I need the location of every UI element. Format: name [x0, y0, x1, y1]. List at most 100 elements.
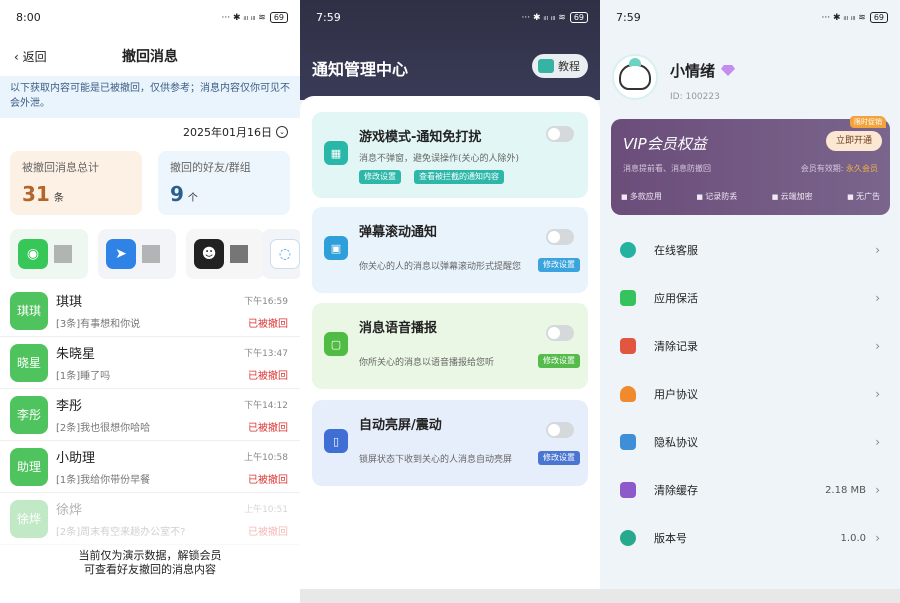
blurred-label	[54, 245, 72, 263]
apps-grid-icon	[620, 290, 636, 306]
demo-notice: 当前仅为演示数据，解锁会员 可查看好友撤回的消息内容	[0, 549, 300, 577]
game-mode-card: ▦ 游戏模式-通知免打扰 消息不弹窗，避免误操作(关心的人除外) 修改设置 查看…	[312, 112, 588, 198]
battery-icon: 69	[269, 11, 288, 23]
bottom-tab-bar[interactable]	[300, 589, 600, 603]
back-button[interactable]: ‹ 返回	[14, 48, 47, 65]
notification-center-screen: 7:59 ··· ✱ ᵢₗₗ ᵢₗₗ ≋ 69 通知管理中心 教程 ▦ 游戏模式-…	[300, 0, 600, 603]
recalled-badge: 已被撤回	[248, 475, 288, 486]
card-desc: 你所关心的消息以语音播报给您听	[359, 358, 495, 368]
menu-label: 应用保活	[654, 292, 698, 305]
game-mode-toggle[interactable]	[546, 126, 574, 142]
menu-label: 清除缓存	[654, 484, 698, 497]
vip-subtitle: 消息提前看、消息防撤回	[623, 164, 711, 173]
menu-item-user-agreement[interactable]: 用户协议 ›	[600, 370, 900, 418]
wechat-icon: ◉	[18, 239, 48, 269]
menu-item-customer-service[interactable]: 在线客服 ›	[600, 226, 900, 274]
card-desc: 锁屏状态下收到关心的人消息自动亮屏	[359, 455, 513, 465]
timestamp: 下午14:12	[244, 401, 288, 411]
page-title: 通知管理中心	[312, 60, 409, 79]
demo-line-1: 当前仅为演示数据，解锁会员	[78, 549, 222, 562]
menu-label: 在线客服	[654, 244, 698, 257]
ghost-mascot-icon	[619, 58, 651, 90]
menu-label: 用户协议	[654, 388, 698, 401]
expiry-value: 永久会员	[846, 164, 878, 173]
speech-icon: ▢	[324, 332, 348, 356]
list-item[interactable]: 琪琪 琪琪 [3条]有事想和你说 下午16:59 已被撤回	[0, 285, 300, 337]
timestamp: 上午10:51	[244, 505, 288, 515]
book-icon	[538, 59, 554, 73]
modify-settings-button[interactable]: 修改设置	[538, 258, 580, 272]
menu-label: 清除记录	[654, 340, 698, 353]
menu-item-clear-cache[interactable]: 清除缓存 2.18 MB ›	[600, 466, 900, 514]
menu-item-clear-records[interactable]: 清除记录 ›	[600, 322, 900, 370]
status-time: 7:59	[316, 10, 341, 24]
danmaku-card: ▣ 弹幕滚动通知 你关心的人的消息以弹幕滚动形式提醒您 修改设置	[312, 207, 588, 293]
broom-icon	[620, 338, 636, 354]
app-tab-dingtalk[interactable]: ➤	[98, 229, 176, 279]
menu-item-privacy[interactable]: 隐私协议 ›	[600, 418, 900, 466]
recalled-friends-card: 撤回的好友/群组 9个	[158, 151, 290, 215]
status-icons: ··· ✱ ᵢₗₗ ᵢₗₗ ≋	[221, 12, 266, 23]
list-item[interactable]: 助理 小助理 [1条]我给你带份早餐 上午10:58 已被撤回	[0, 441, 300, 493]
bottom-tab-bar[interactable]	[600, 589, 900, 603]
stat-label: 撤回的好友/群组	[170, 161, 251, 174]
app-tab-qq[interactable]: ☻	[186, 229, 264, 279]
recall-messages-screen: 8:00 ··· ✱ ᵢₗₗ ᵢₗₗ ≋ 69 ‹ 返回 撤回消息 以下获取内容可…	[0, 0, 300, 603]
vip-title: VIP会员权益	[623, 135, 707, 153]
modify-settings-button[interactable]: 修改设置	[359, 170, 401, 184]
danmaku-toggle[interactable]	[546, 229, 574, 245]
nav-bar: ‹ 返回 撤回消息	[0, 40, 300, 72]
menu-item-version[interactable]: 版本号 1.0.0 ›	[600, 514, 900, 562]
user-icon	[620, 386, 636, 402]
auto-wake-toggle[interactable]	[546, 422, 574, 438]
avatar: 琪琪	[10, 291, 48, 330]
status-icons: ··· ✱ ᵢₗₗ ᵢₗₗ ≋	[821, 12, 866, 23]
chevron-right-icon: ›	[875, 243, 880, 257]
card-title: 游戏模式-通知免打扰	[359, 130, 482, 145]
view-blocked-button[interactable]: 查看被拦截的通知内容	[414, 170, 504, 184]
blurred-label	[230, 245, 248, 263]
status-bar: 8:00 ··· ✱ ᵢₗₗ ᵢₗₗ ≋ 69	[0, 0, 300, 34]
activate-vip-button[interactable]: 立即开通	[826, 131, 882, 151]
chevron-right-icon: ›	[875, 483, 880, 497]
notice-banner: 以下获取内容可能是已被撤回，仅供参考；消息内容仅你可见不会外泄。	[0, 76, 300, 118]
blurred-label	[142, 245, 160, 263]
list-item[interactable]: 徐烨 徐烨 [2条]周末有空来趟办公室不? 上午10:51 已被撤回	[0, 493, 300, 545]
timestamp: 上午10:58	[244, 453, 288, 463]
headset-icon	[620, 242, 636, 258]
lock-icon	[620, 434, 636, 450]
avatar: 助理	[10, 447, 48, 486]
modify-settings-button[interactable]: 修改设置	[538, 354, 580, 368]
stat-number: 31	[22, 182, 50, 206]
voice-toggle[interactable]	[546, 325, 574, 341]
danmaku-icon: ▣	[324, 236, 348, 260]
feature-cloud-encrypt: 云端加密	[772, 191, 813, 202]
diamond-icon	[721, 65, 736, 76]
app-tab-wechat[interactable]: ◉	[10, 229, 88, 279]
version-value: 1.0.0	[840, 532, 866, 544]
feature-multi-app: 多款应用	[621, 191, 662, 202]
menu-item-keep-alive[interactable]: 应用保活 ›	[600, 274, 900, 322]
list-item[interactable]: 晓星 朱晓星 [1条]睡了吗 下午13:47 已被撤回	[0, 337, 300, 389]
stat-unit: 个	[187, 193, 198, 204]
feature-no-ads: 无广告	[847, 191, 880, 202]
recalled-badge: 已被撤回	[248, 423, 288, 434]
modify-settings-button[interactable]: 修改设置	[538, 451, 580, 465]
chevron-right-icon: ›	[875, 435, 880, 449]
card-title: 消息语音播报	[359, 321, 438, 336]
tutorial-button[interactable]: 教程	[532, 54, 588, 78]
list-item[interactable]: 李彤 李彤 [2条]我也很想你哈哈 下午14:12 已被撤回	[0, 389, 300, 441]
app-tab-sms[interactable]: ◌	[262, 229, 300, 279]
date-picker[interactable]: 2025年01月16日 ⌄	[183, 124, 288, 140]
status-time: 8:00	[16, 10, 41, 24]
voice-broadcast-card: ▢ 消息语音播报 你所关心的消息以语音播报给您听 修改设置	[312, 303, 588, 389]
avatar: 晓星	[10, 343, 48, 382]
back-label: 返回	[22, 49, 47, 64]
card-desc: 消息不弹窗，避免误操作(关心的人除外)	[359, 154, 520, 164]
avatar[interactable]	[612, 54, 658, 100]
date-label: 2025年01月16日	[183, 126, 272, 139]
timestamp: 下午13:47	[244, 349, 288, 359]
battery-icon: 69	[569, 11, 588, 23]
recalled-total-card: 被撤回消息总计 31 条	[10, 151, 142, 215]
expiry-label: 会员有效期:	[800, 164, 846, 173]
